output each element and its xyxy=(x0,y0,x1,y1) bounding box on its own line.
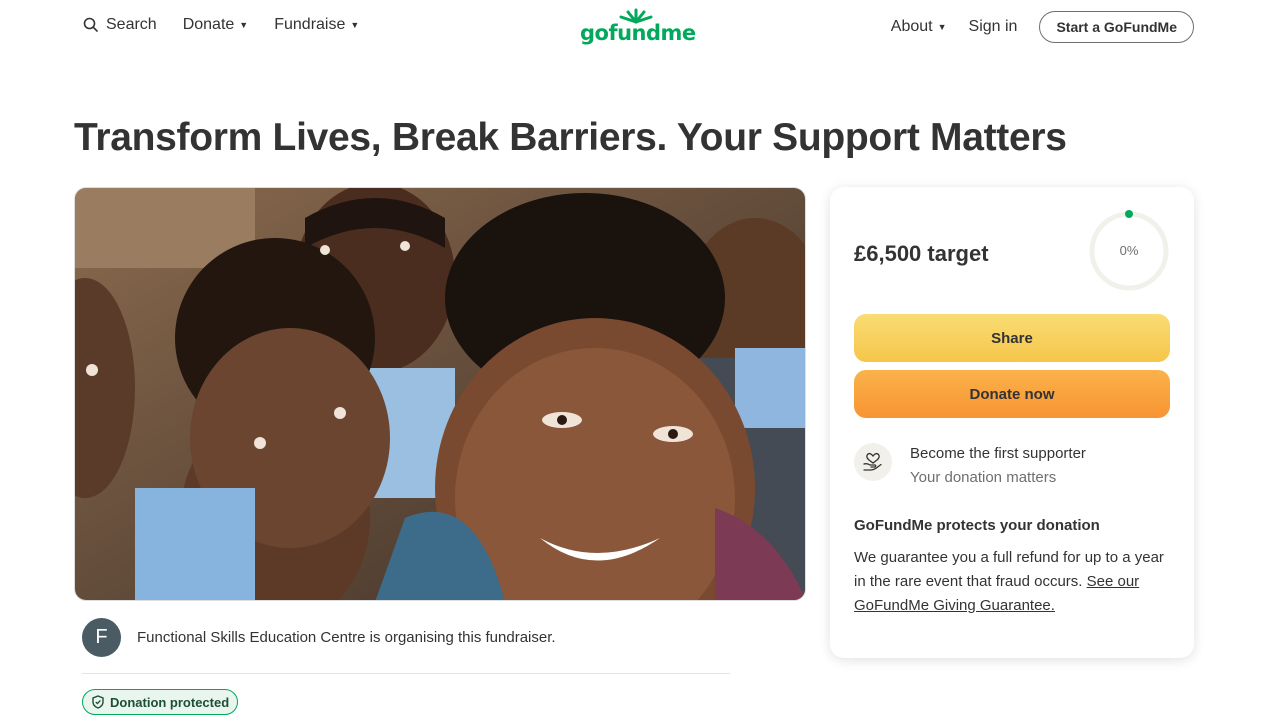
campaign-photo-illustration xyxy=(75,188,805,600)
progress-percent: 0% xyxy=(1119,243,1139,258)
site-header: Search Donate ▼ Fundraise ▼ gofundme Abo… xyxy=(0,0,1270,56)
search-link[interactable]: Search xyxy=(82,16,157,34)
supporter-title: Become the first supporter xyxy=(910,445,1086,462)
organizer-text: Functional Skills Education Centre is or… xyxy=(137,629,556,646)
signin-label: Sign in xyxy=(968,18,1018,35)
shield-icon xyxy=(92,695,104,709)
search-icon xyxy=(83,17,98,32)
fundraise-menu-label: Fundraise xyxy=(274,16,346,33)
search-label: Search xyxy=(106,16,157,33)
organizer-row: F Functional Skills Education Centre is … xyxy=(82,618,556,657)
start-gofundme-button[interactable]: Start a GoFundMe xyxy=(1039,11,1194,43)
caret-down-icon: ▼ xyxy=(937,22,947,32)
target-amount: £6,500 target xyxy=(854,241,989,266)
donation-card: £6,500 target 0% Share Donate now Become… xyxy=(830,187,1194,658)
donation-protected-badge[interactable]: Donation protected xyxy=(82,689,239,715)
protection-body: We guarantee you a full refund for up to… xyxy=(854,546,1170,618)
campaign-photo[interactable] xyxy=(74,187,806,601)
supporter-subtitle: Your donation matters xyxy=(910,469,1057,486)
nav-right: About ▼ Sign in Start a GoFundMe xyxy=(891,11,1194,43)
supporter-icon xyxy=(854,443,892,481)
divider xyxy=(82,673,730,674)
share-button[interactable]: Share xyxy=(854,314,1170,362)
about-menu[interactable]: About ▼ xyxy=(891,18,947,36)
donate-menu-label: Donate xyxy=(182,16,235,33)
campaign-title: Transform Lives, Break Barriers. Your Su… xyxy=(74,116,1067,159)
signin-link[interactable]: Sign in xyxy=(969,18,1018,36)
caret-down-icon: ▼ xyxy=(239,20,249,30)
fundraise-menu[interactable]: Fundraise ▼ xyxy=(274,16,359,34)
protection-title: GoFundMe protects your donation xyxy=(854,517,1100,534)
about-menu-label: About xyxy=(890,18,933,35)
nav-left: Search Donate ▼ Fundraise ▼ xyxy=(82,16,385,34)
caret-down-icon: ▼ xyxy=(350,20,360,30)
donate-menu[interactable]: Donate ▼ xyxy=(183,16,249,34)
heart-hand-icon xyxy=(863,452,882,471)
organizer-avatar[interactable]: F xyxy=(82,618,121,657)
gofundme-logo[interactable]: gofundme xyxy=(580,8,696,48)
logo-text: gofundme xyxy=(580,21,696,45)
donate-now-button[interactable]: Donate now xyxy=(854,370,1170,418)
badge-label: Donation protected xyxy=(110,694,230,710)
